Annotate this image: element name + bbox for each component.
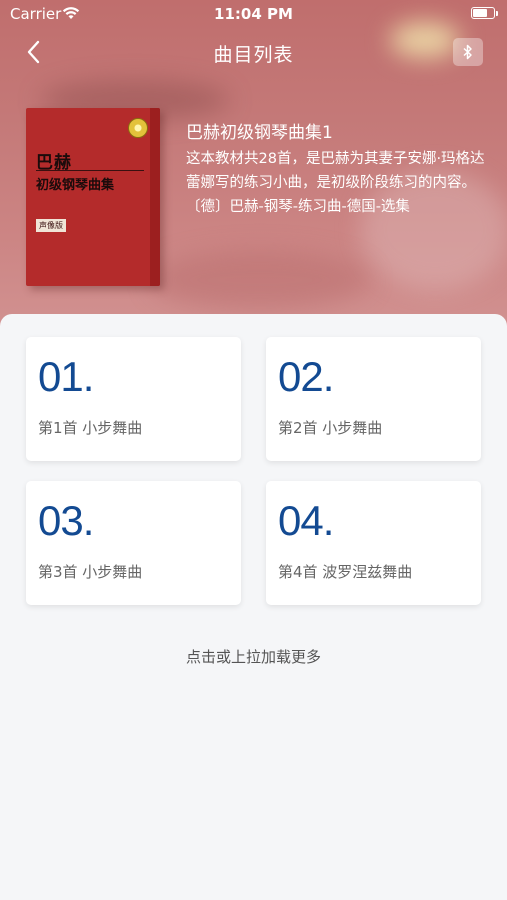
book-title: 巴赫初级钢琴曲集1 [186,123,333,143]
song-name: 第3首 小步舞曲 [38,563,143,581]
book-cover: 巴赫 初级钢琴曲集 声像版 [26,108,160,286]
song-name: 第2首 小步舞曲 [278,419,383,437]
song-name: 第4首 波罗涅兹舞曲 [278,563,413,581]
navigation-bar: 曲目列表 [0,30,507,74]
book-description: 这本教材共28首，是巴赫为其妻子安娜·玛格达蕾娜写的练习小曲，是初级阶段练习的内… [186,151,485,215]
disc-icon [128,118,148,138]
battery-icon [471,7,498,19]
blur-shadow [150,250,370,310]
song-number: 01. [38,353,94,400]
song-number: 02. [278,353,334,400]
status-bar: Carrier 11:04 PM [0,0,507,28]
battery-level [473,9,487,17]
bluetooth-icon [463,44,472,60]
song-card[interactable]: 04. 第4首 波罗涅兹舞曲 [266,481,481,605]
load-more-button[interactable]: 点击或上拉加载更多 [0,646,507,667]
cover-divider [36,170,144,171]
song-card[interactable]: 01. 第1首 小步舞曲 [26,337,241,461]
song-name: 第1首 小步舞曲 [38,419,143,437]
cover-subtitle: 初级钢琴曲集 [36,178,115,193]
song-card[interactable]: 02. 第2首 小步舞曲 [266,337,481,461]
cover-spine [150,108,160,286]
page-title: 曲目列表 [213,44,294,66]
status-time: 11:04 PM [214,5,293,23]
song-number: 03. [38,497,94,544]
bluetooth-button[interactable] [453,38,483,66]
cover-tag: 声像版 [36,219,66,232]
song-number: 04. [278,497,334,544]
song-card[interactable]: 03. 第3首 小步舞曲 [26,481,241,605]
